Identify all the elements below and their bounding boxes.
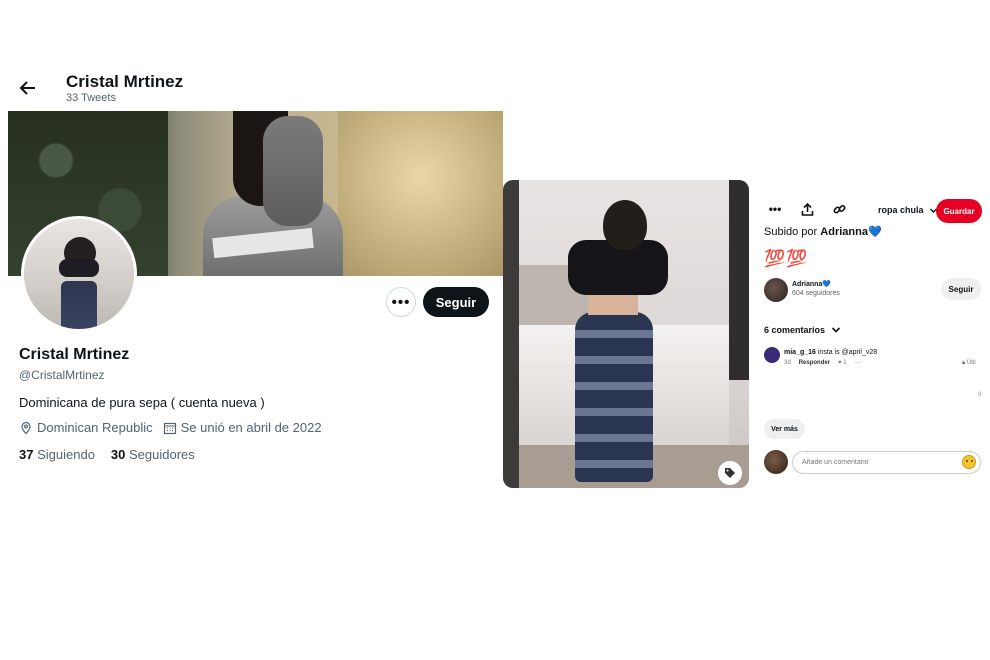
owner-followers: 604 seguidores [792, 290, 840, 297]
pin-image-jeans [575, 312, 653, 482]
comment-input[interactable] [792, 451, 981, 474]
useful-label: Útil [966, 360, 976, 366]
display-name: Cristal Mrtinez [19, 346, 130, 363]
chevron-down-icon [831, 327, 841, 333]
header-name: Cristal Mrtinez [66, 72, 184, 91]
tag-icon [725, 468, 735, 478]
profile-bio: Dominicana de pura sepa ( cuenta nueva ) [19, 395, 265, 410]
follow-owner-button[interactable]: Seguir [941, 278, 981, 300]
board-select[interactable]: ropa chula [878, 205, 938, 215]
comment-body: insta is @april_v28 [817, 349, 878, 356]
location-text: Dominican Republic [37, 420, 153, 435]
follow-button[interactable]: Seguir [423, 287, 489, 317]
follow-stats: 37 Siguiendo 30 Seguidores [19, 447, 195, 462]
following-label: Siguiendo [37, 447, 95, 462]
location-item: Dominican Republic [19, 420, 153, 435]
owner-name[interactable]: Adrianna💙 [792, 280, 831, 288]
link-icon[interactable] [832, 202, 846, 216]
pin-description: 💯💯 [764, 249, 809, 268]
tag-button[interactable] [718, 461, 742, 485]
profile-meta: Dominican Republic Se unió en abril de 2… [19, 420, 322, 435]
calendar-icon [163, 422, 176, 434]
following-count: 37 [19, 447, 34, 462]
uploader-name[interactable]: Adrianna💙 [820, 226, 881, 238]
location-pin-icon [21, 421, 31, 434]
share-icon[interactable] [800, 202, 814, 216]
comment-text: mia_g_16 insta is @april_v28 [784, 349, 877, 356]
comment-time: 3d [784, 360, 791, 366]
comment-more-icon[interactable]: ··· [855, 360, 861, 366]
back-arrow-icon[interactable] [18, 78, 38, 98]
pin-image-head [603, 200, 647, 250]
pin-image-frame [729, 180, 749, 380]
followers-count: 30 [110, 447, 126, 462]
more-options-button[interactable]: ••• [386, 287, 416, 317]
pin-toolbar: ••• [768, 202, 846, 216]
followers-label: Seguidores [129, 447, 195, 462]
likes-count: 1 [843, 360, 847, 366]
current-user-avatar [764, 450, 788, 474]
comments-toggle[interactable]: 6 comentarios [764, 325, 841, 335]
emoji-icon[interactable] [962, 455, 976, 469]
comment-meta: 3d Responder ♥ 1 ··· [784, 360, 861, 366]
banner-wall [338, 111, 503, 276]
more-options-icon[interactable]: ••• [768, 202, 782, 216]
save-button[interactable]: Guardar [936, 199, 982, 223]
uploaded-by: Subido por Adrianna💙 [764, 225, 882, 238]
board-select-label: ropa chula [878, 205, 924, 215]
lock-icon: 🔒︎ [962, 360, 966, 366]
owner-avatar[interactable] [764, 278, 788, 302]
avatar-top [59, 259, 99, 277]
banner-sleeve [263, 116, 323, 226]
useful-button[interactable]: 🔒︎ Útil [962, 360, 976, 367]
commenter-name[interactable]: mia_g_16 [784, 349, 816, 356]
avatar-jeans [61, 281, 97, 329]
user-handle: @CristalMrtinez [19, 368, 105, 382]
uploaded-prefix: Subido por [764, 226, 818, 238]
joined-text: Se unió en abril de 2022 [180, 420, 322, 435]
twitter-profile: Cristal Mrtinez 33 Tweets ••• Seguir Cri… [0, 0, 505, 480]
comments-count: 6 comentarios [764, 325, 826, 335]
followers-link[interactable]: 30 Seguidores [111, 447, 195, 462]
tweet-count: 33 Tweets [66, 92, 116, 104]
see-more-button[interactable]: Ver más [764, 419, 805, 439]
reply-count: 8 [978, 392, 982, 398]
comment-likes[interactable]: ♥ 1 [838, 360, 847, 366]
following-link[interactable]: 37 Siguiendo [19, 447, 95, 462]
joined-item: Se unió en abril de 2022 [163, 420, 322, 435]
reply-button[interactable]: Responder [799, 360, 830, 366]
heart-icon: ♥ [838, 360, 842, 366]
profile-avatar[interactable] [21, 216, 137, 332]
commenter-avatar[interactable] [764, 347, 780, 363]
pin-image[interactable] [503, 180, 749, 488]
pin-image-doorframe [503, 180, 519, 488]
